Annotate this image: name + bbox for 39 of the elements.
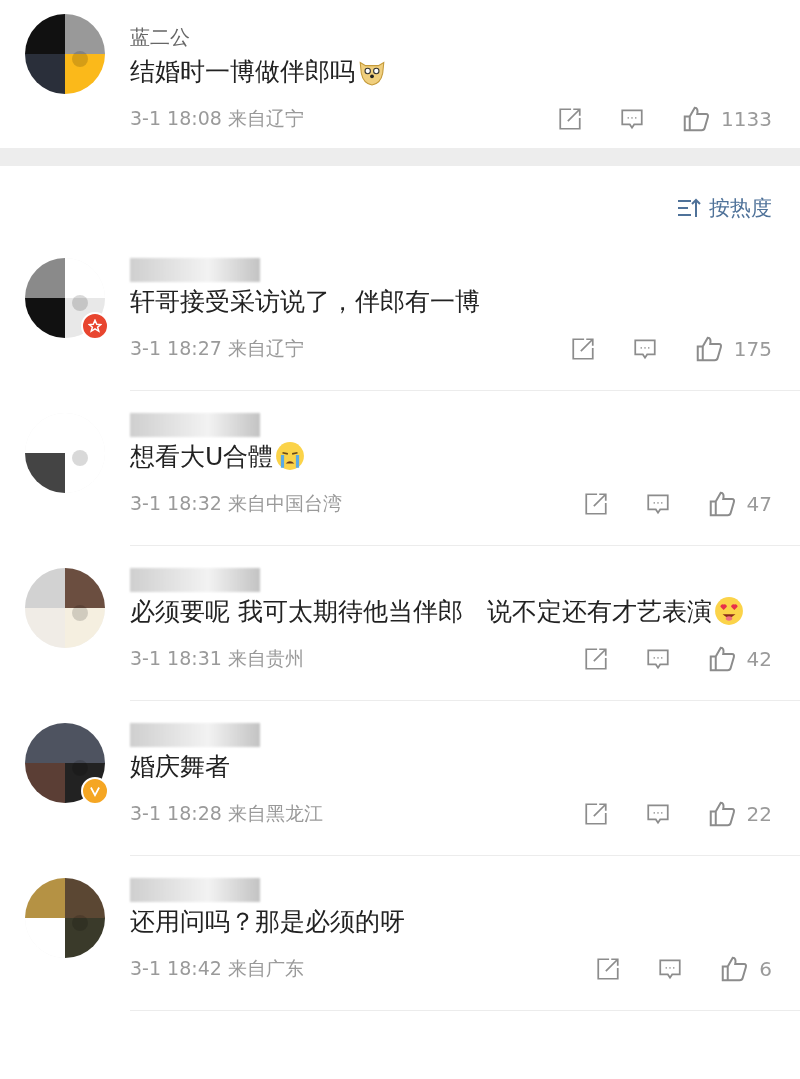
share-button[interactable] [595,956,622,982]
share-icon [557,106,584,132]
comment-text: 想看大U合體 [130,437,772,477]
comment-meta: 3-1 18:31 来自贵州 [130,646,304,671]
comment-meta: 3-1 18:08 来自辽宁 [130,106,304,131]
star-badge-icon [81,312,109,340]
comment-text: 结婚时一博做伴郎吗 [130,52,772,92]
comment-meta: 3-1 18:28 来自黑龙江 [130,801,323,826]
share-icon [582,646,609,672]
comment-meta: 3-1 18:32 来自中国台湾 [130,491,342,516]
comment-text: 轩哥接受采访说了，伴郎有一博 [130,286,481,318]
heart-eyes-face-icon [713,596,744,626]
thumbs-up-icon [681,104,712,134]
sort-icon [677,197,701,219]
comment-text: 还用问吗？那是必须的呀 [130,906,406,938]
like-button[interactable]: 1133 [681,104,772,134]
like-button[interactable]: 175 [693,334,772,364]
share-icon [569,336,596,362]
share-button[interactable] [582,646,609,672]
like-button[interactable]: 47 [706,489,772,519]
comment-meta: 3-1 18:27 来自辽宁 [130,336,304,361]
sort-button[interactable]: 按热度 [677,192,772,224]
comment-text: 婚庆舞者 [130,751,231,783]
share-button[interactable] [569,336,596,362]
comment-text: 必须要呢 我可太期待他当伴郎 说不定还有才艺表演 [130,592,772,632]
share-icon [582,491,609,517]
crying-face-icon [275,441,306,471]
thumbs-up-icon [719,954,750,984]
like-button[interactable]: 6 [719,954,772,984]
share-button[interactable] [557,106,584,132]
comment-meta: 3-1 18:42 来自广东 [130,956,304,981]
share-button[interactable] [582,491,609,517]
share-icon [582,801,609,827]
share-icon [595,956,622,982]
share-button[interactable] [582,801,609,827]
like-button[interactable]: 42 [706,644,772,674]
verified-badge-icon [81,777,109,805]
like-button[interactable]: 22 [706,799,772,829]
username[interactable]: 蓝二公 [130,22,772,52]
